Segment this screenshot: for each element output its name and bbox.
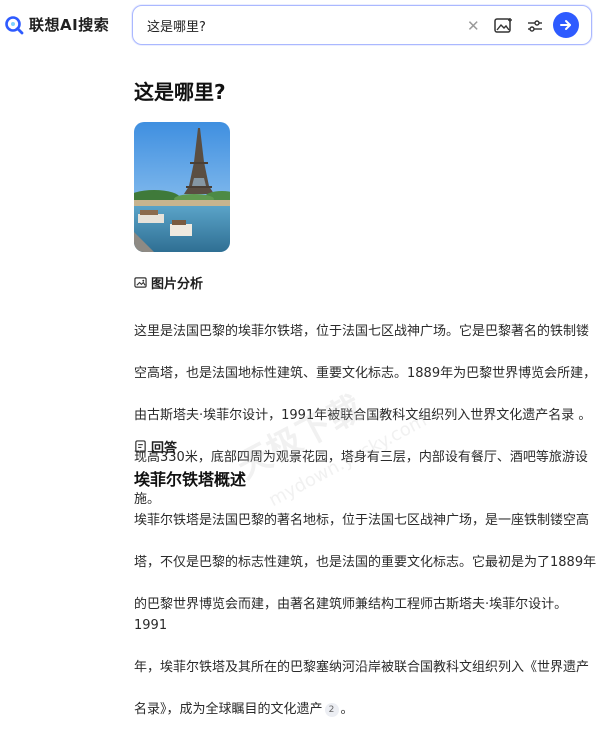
answer-icon xyxy=(135,440,146,453)
answer-line: 年，埃菲尔铁塔及其所在的巴黎塞纳河沿岸被联合国教科文组织列入《世界遗产 xyxy=(134,660,590,675)
image-icon xyxy=(134,277,147,288)
analysis-line: 这里是法国巴黎的埃菲尔铁塔，位于法国七区战神广场。它是巴黎著名的铁制镂 xyxy=(134,324,590,339)
answer-heading-text: 回答 xyxy=(151,441,178,456)
search-bar: ✕ xyxy=(132,5,592,45)
answer-line: 的巴黎世界博览会而建，由著名建筑师兼结构工程师古斯塔夫·埃菲尔设计。1991 xyxy=(134,597,568,633)
citation-badge[interactable]: 2 xyxy=(324,703,339,717)
top-bar: 联想AI搜索 ✕ xyxy=(0,0,600,56)
image-analysis-heading: 图片分析 xyxy=(134,273,203,292)
answer-line: 塔，不仅是巴黎的标志性建筑，也是法国的重要文化标志。它最初是为了1889年 xyxy=(134,555,597,570)
answer-line-text: 名录》，成为全球瞩目的文化遗产 xyxy=(134,702,323,717)
answer-line-tail: 。 xyxy=(340,702,354,717)
logo-icon xyxy=(5,15,24,34)
analysis-line: 现高330米，底部四周为观景花园，塔身有三层，内部设有餐厅、酒吧等旅游设 xyxy=(134,450,588,465)
answer-heading: 回答 xyxy=(134,437,177,456)
search-input[interactable] xyxy=(147,15,447,35)
image-upload-icon[interactable] xyxy=(493,16,513,36)
arrow-right-icon xyxy=(560,20,571,30)
clear-icon[interactable]: ✕ xyxy=(467,17,480,35)
submit-button[interactable] xyxy=(553,12,579,38)
analysis-line: 由古斯塔夫·埃菲尔设计，1991年被联合国教科文组织列入世界文化遗产名录 。 xyxy=(134,408,592,423)
image-analysis-heading-text: 图片分析 xyxy=(151,277,204,292)
answer-text: 埃菲尔铁塔是法国巴黎的著名地标，位于法国七区战神广场，是一座铁制镂空高 塔，不仅… xyxy=(134,489,600,741)
logo[interactable]: 联想AI搜索 xyxy=(4,14,109,35)
query-image[interactable] xyxy=(134,122,230,252)
logo-text: 联想AI搜索 xyxy=(29,16,110,34)
page-title: 这是哪里? xyxy=(134,80,226,104)
answer-line: 埃菲尔铁塔是法国巴黎的著名地标，位于法国七区战神广场，是一座铁制镂空高 xyxy=(134,513,590,528)
eiffel-tower-photo xyxy=(134,122,230,252)
answer-line-last: 名录》，成为全球瞩目的文化遗产 2。 xyxy=(134,699,600,720)
answer-subtitle: 埃菲尔铁塔概述 xyxy=(134,470,247,489)
analysis-line: 空高塔，也是法国地标性建筑、重要文化标志。1889年为巴黎世界博览会所建， xyxy=(134,366,597,381)
filter-settings-icon[interactable] xyxy=(525,16,545,36)
